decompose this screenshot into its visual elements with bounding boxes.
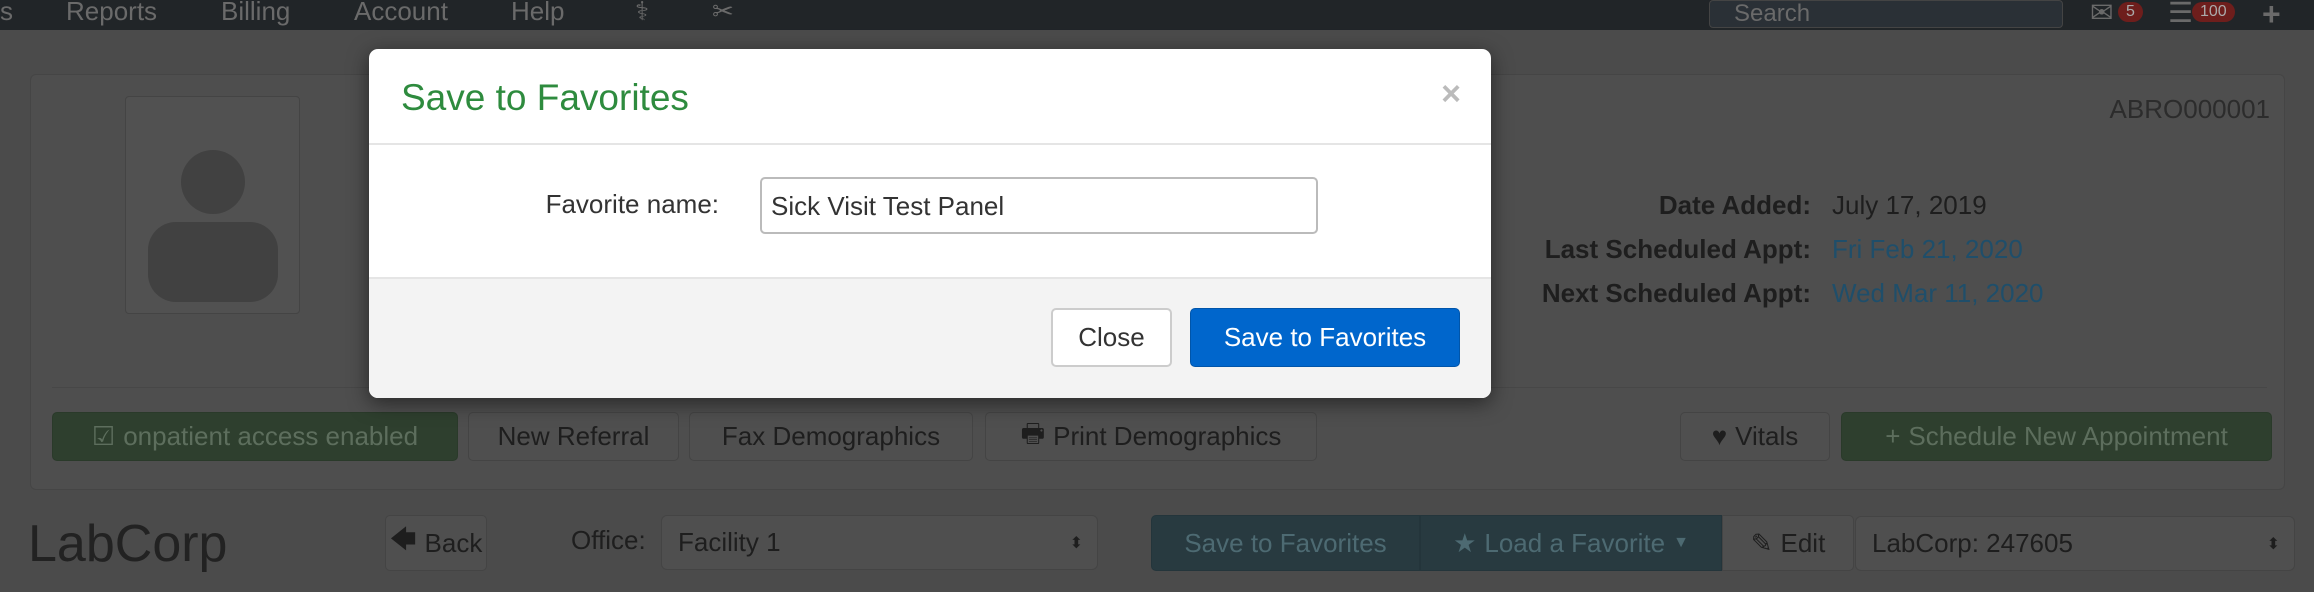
nav-item-truncated[interactable]: s: [0, 0, 13, 27]
plus-icon: +: [1885, 421, 1901, 451]
select-arrows-icon: ⬍: [2266, 535, 2280, 553]
favorite-name-label: Favorite name:: [545, 189, 719, 219]
fax-demographics-button[interactable]: Fax Demographics: [689, 412, 973, 461]
arrow-left-icon: 🡄: [389, 524, 417, 554]
favorite-name-input[interactable]: Sick Visit Test Panel: [760, 177, 1318, 234]
search-input[interactable]: Search: [1709, 0, 2063, 28]
date-added-value: July 17, 2019: [1832, 190, 1987, 220]
save-favorite-modal: Save to Favorites × Favorite name: Sick …: [369, 49, 1491, 398]
schedule-appointment-button[interactable]: + Schedule New Appointment: [1841, 412, 2272, 461]
person-silhouette-icon: [148, 150, 278, 302]
load-favorite-dropdown[interactable]: ★ Load a Favorite ▼: [1420, 515, 1722, 571]
vitals-button[interactable]: ♥ Vitals: [1680, 412, 1830, 461]
onpatient-access-button[interactable]: ☑ onpatient access enabled: [52, 412, 458, 461]
patient-avatar: [125, 96, 300, 314]
star-icon: ★: [1453, 527, 1477, 558]
close-button[interactable]: Close: [1051, 308, 1172, 367]
nav-item-billing[interactable]: Billing: [221, 0, 290, 27]
checkbox-icon: ☑: [91, 421, 116, 451]
edit-button[interactable]: ✎ Edit: [1722, 515, 1854, 571]
patient-id: ABRO000001: [2109, 94, 2270, 124]
save-to-favorites-button[interactable]: Save to Favorites: [1151, 515, 1420, 571]
modal-title: Save to Favorites: [401, 77, 689, 118]
top-navbar: s Reports Billing Account Help ⚕ ✂ Searc…: [0, 0, 2314, 33]
next-appt-link[interactable]: Wed Mar 11, 2020: [1832, 278, 2044, 309]
last-appt-link[interactable]: Fri Feb 21, 2020: [1832, 234, 2023, 265]
save-to-favorites-confirm-button[interactable]: Save to Favorites: [1190, 308, 1460, 367]
lab-account-select[interactable]: LabCorp: 247605 ⬍: [1855, 516, 2295, 571]
print-demographics-button[interactable]: 🖶 Print Demographics: [985, 412, 1317, 461]
nav-item-help[interactable]: Help: [511, 0, 564, 27]
messages-badge: 5: [2118, 2, 2143, 22]
office-select[interactable]: Facility 1 ⬍: [661, 515, 1098, 570]
printer-icon: 🖶: [1020, 417, 1046, 448]
new-referral-button[interactable]: New Referral: [468, 412, 679, 461]
close-icon[interactable]: ×: [1441, 75, 1461, 114]
modal-footer: Close Save to Favorites: [369, 277, 1491, 398]
tasks-badge: 100: [2192, 2, 2235, 22]
caduceus-icon[interactable]: ⚕: [635, 0, 649, 27]
heart-icon: ♥: [1711, 421, 1728, 451]
nav-item-account[interactable]: Account: [354, 0, 448, 27]
scissors-icon[interactable]: ✂: [712, 0, 734, 27]
back-button[interactable]: 🡄 Back: [385, 515, 487, 571]
lab-title: LabCorp: [28, 515, 228, 573]
nav-item-reports[interactable]: Reports: [66, 0, 157, 27]
pencil-icon: ✎: [1750, 527, 1773, 558]
envelope-icon[interactable]: ✉: [2090, 0, 2113, 29]
modal-header: Save to Favorites ×: [369, 49, 1491, 145]
caret-down-icon: ▼: [1673, 534, 1689, 551]
office-label: Office:: [571, 525, 646, 555]
plus-icon[interactable]: +: [2262, 0, 2281, 33]
select-arrows-icon: ⬍: [1069, 534, 1083, 552]
list-icon[interactable]: ☰: [2168, 0, 2193, 29]
